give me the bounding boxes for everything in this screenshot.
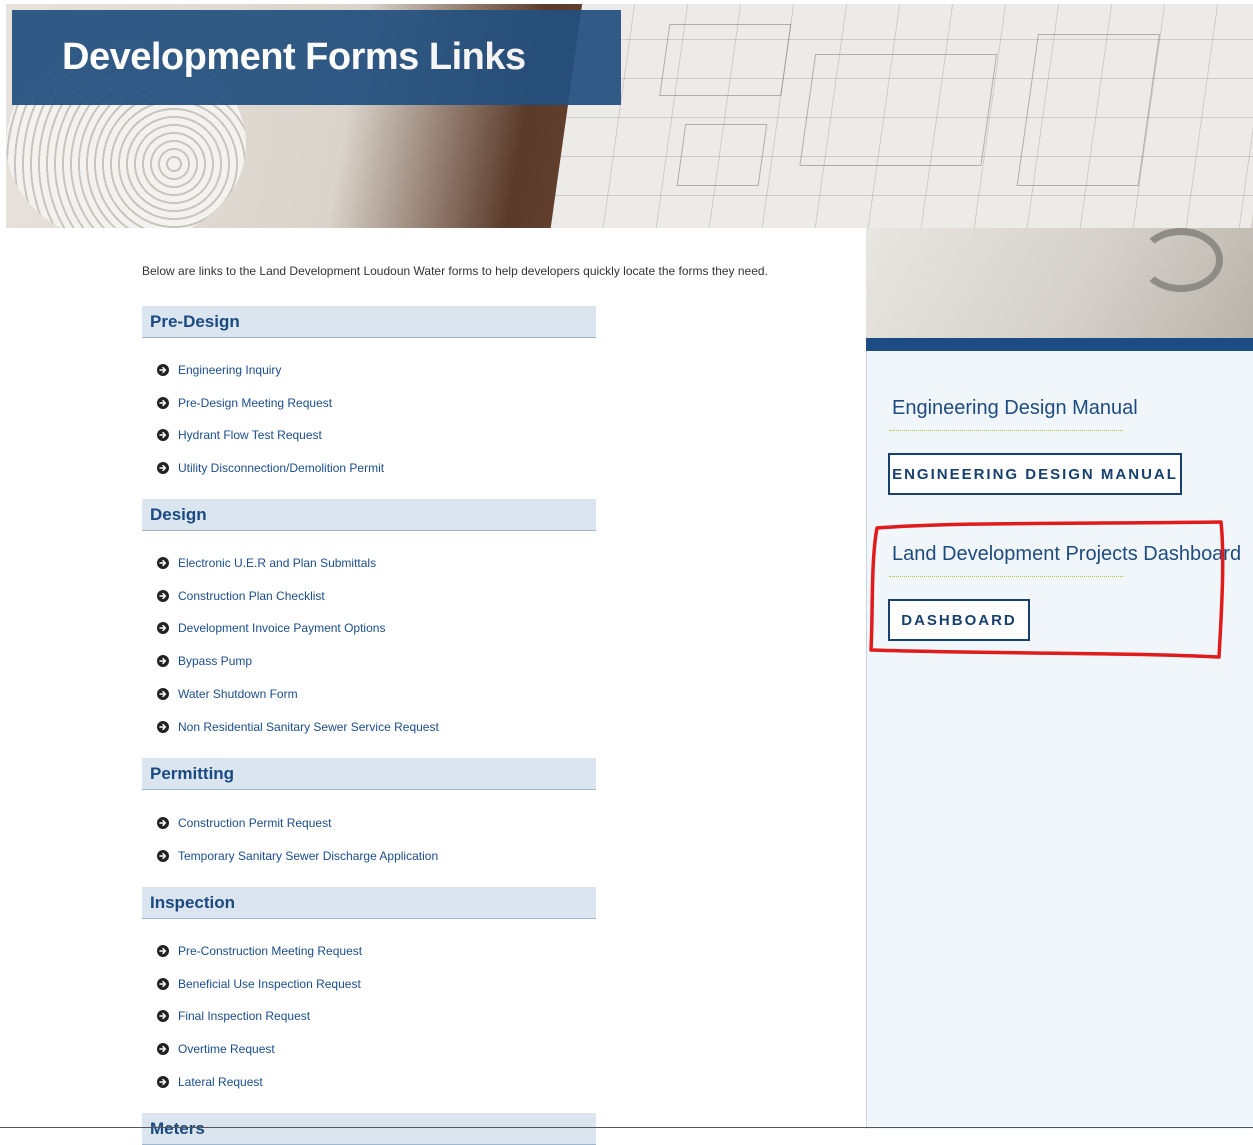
form-link[interactable]: Development Invoice Payment Options	[157, 620, 385, 636]
form-link[interactable]: Construction Permit Request	[157, 815, 331, 831]
form-link[interactable]: Lateral Request	[157, 1074, 263, 1090]
hero-image-extension	[866, 228, 1253, 338]
red-annotation-outline	[869, 520, 1225, 659]
form-link[interactable]: Electronic U.E.R and Plan Submittals	[157, 555, 376, 571]
form-link[interactable]: Overtime Request	[157, 1041, 275, 1057]
form-link[interactable]: Utility Disconnection/Demolition Permit	[157, 460, 384, 476]
engineering-design-manual-button[interactable]: ENGINEERING DESIGN MANUAL	[888, 453, 1182, 495]
form-link[interactable]: Bypass Pump	[157, 653, 252, 669]
section-heading-label: Meters	[150, 1119, 205, 1138]
form-link-label[interactable]: Bypass Pump	[178, 654, 252, 668]
form-link-label[interactable]: Temporary Sanitary Sewer Discharge Appli…	[178, 849, 438, 863]
form-link-label[interactable]: Lateral Request	[178, 1075, 263, 1089]
section-heading: Meters	[142, 1113, 596, 1145]
sidebar-underline	[889, 430, 1123, 431]
arrow-circle-right-icon	[157, 1043, 169, 1055]
form-link[interactable]: Engineering Inquiry	[157, 362, 281, 378]
form-link-label[interactable]: Construction Permit Request	[178, 816, 331, 830]
bottom-divider	[0, 1127, 1253, 1128]
page-title: Development Forms Links	[62, 36, 526, 78]
arrow-circle-right-icon	[157, 1076, 169, 1088]
form-link-label[interactable]: Electronic U.E.R and Plan Submittals	[178, 556, 376, 570]
arrow-circle-right-icon	[157, 462, 169, 474]
section-heading: Inspection	[142, 887, 596, 919]
section-heading-label: Design	[150, 505, 207, 524]
arrow-circle-right-icon	[157, 945, 169, 957]
form-link-label[interactable]: Engineering Inquiry	[178, 363, 281, 377]
arrow-circle-right-icon	[157, 557, 169, 569]
blueprint-image	[549, 4, 1253, 228]
intro-text: Below are links to the Land Development …	[142, 264, 768, 278]
binder-ring	[1139, 228, 1223, 292]
form-link[interactable]: Construction Plan Checklist	[157, 588, 325, 604]
page-title-box: Development Forms Links	[12, 10, 621, 105]
sidebar-top-bar	[866, 338, 1253, 351]
arrow-circle-right-icon	[157, 622, 169, 634]
form-link[interactable]: Hydrant Flow Test Request	[157, 427, 322, 443]
section-heading-label: Pre-Design	[150, 312, 240, 331]
arrow-circle-right-icon	[157, 688, 169, 700]
form-link-label[interactable]: Water Shutdown Form	[178, 687, 298, 701]
form-link-label[interactable]: Construction Plan Checklist	[178, 589, 325, 603]
form-link[interactable]: Pre-Construction Meeting Request	[157, 943, 362, 959]
sidebar-heading-engineering-manual: Engineering Design Manual	[892, 397, 1138, 419]
arrow-circle-right-icon	[157, 429, 169, 441]
form-link-label[interactable]: Hydrant Flow Test Request	[178, 428, 322, 442]
form-link-label[interactable]: Beneficial Use Inspection Request	[178, 977, 361, 991]
form-link[interactable]: Temporary Sanitary Sewer Discharge Appli…	[157, 848, 438, 864]
form-link-label[interactable]: Non Residential Sanitary Sewer Service R…	[178, 720, 439, 734]
section-heading: Permitting	[142, 758, 596, 790]
arrow-circle-right-icon	[157, 397, 169, 409]
form-link[interactable]: Non Residential Sanitary Sewer Service R…	[157, 719, 439, 735]
form-link-label[interactable]: Overtime Request	[178, 1042, 275, 1056]
arrow-circle-right-icon	[157, 590, 169, 602]
form-link[interactable]: Pre-Design Meeting Request	[157, 395, 332, 411]
arrow-circle-right-icon	[157, 850, 169, 862]
arrow-circle-right-icon	[157, 364, 169, 376]
form-link[interactable]: Water Shutdown Form	[157, 686, 298, 702]
arrow-circle-right-icon	[157, 1010, 169, 1022]
arrow-circle-right-icon	[157, 655, 169, 667]
arrow-circle-right-icon	[157, 721, 169, 733]
form-link[interactable]: Final Inspection Request	[157, 1008, 310, 1024]
section-heading-label: Inspection	[150, 893, 236, 912]
form-link-label[interactable]: Utility Disconnection/Demolition Permit	[178, 461, 384, 475]
section-heading: Pre-Design	[142, 306, 596, 338]
form-link-label[interactable]: Pre-Construction Meeting Request	[178, 944, 362, 958]
arrow-circle-right-icon	[157, 817, 169, 829]
section-heading-label: Permitting	[150, 764, 235, 783]
form-link-label[interactable]: Development Invoice Payment Options	[178, 621, 385, 635]
section-heading: Design	[142, 499, 596, 531]
arrow-circle-right-icon	[157, 978, 169, 990]
form-link-label[interactable]: Pre-Design Meeting Request	[178, 396, 332, 410]
form-link-label[interactable]: Final Inspection Request	[178, 1009, 310, 1023]
form-link[interactable]: Beneficial Use Inspection Request	[157, 976, 361, 992]
